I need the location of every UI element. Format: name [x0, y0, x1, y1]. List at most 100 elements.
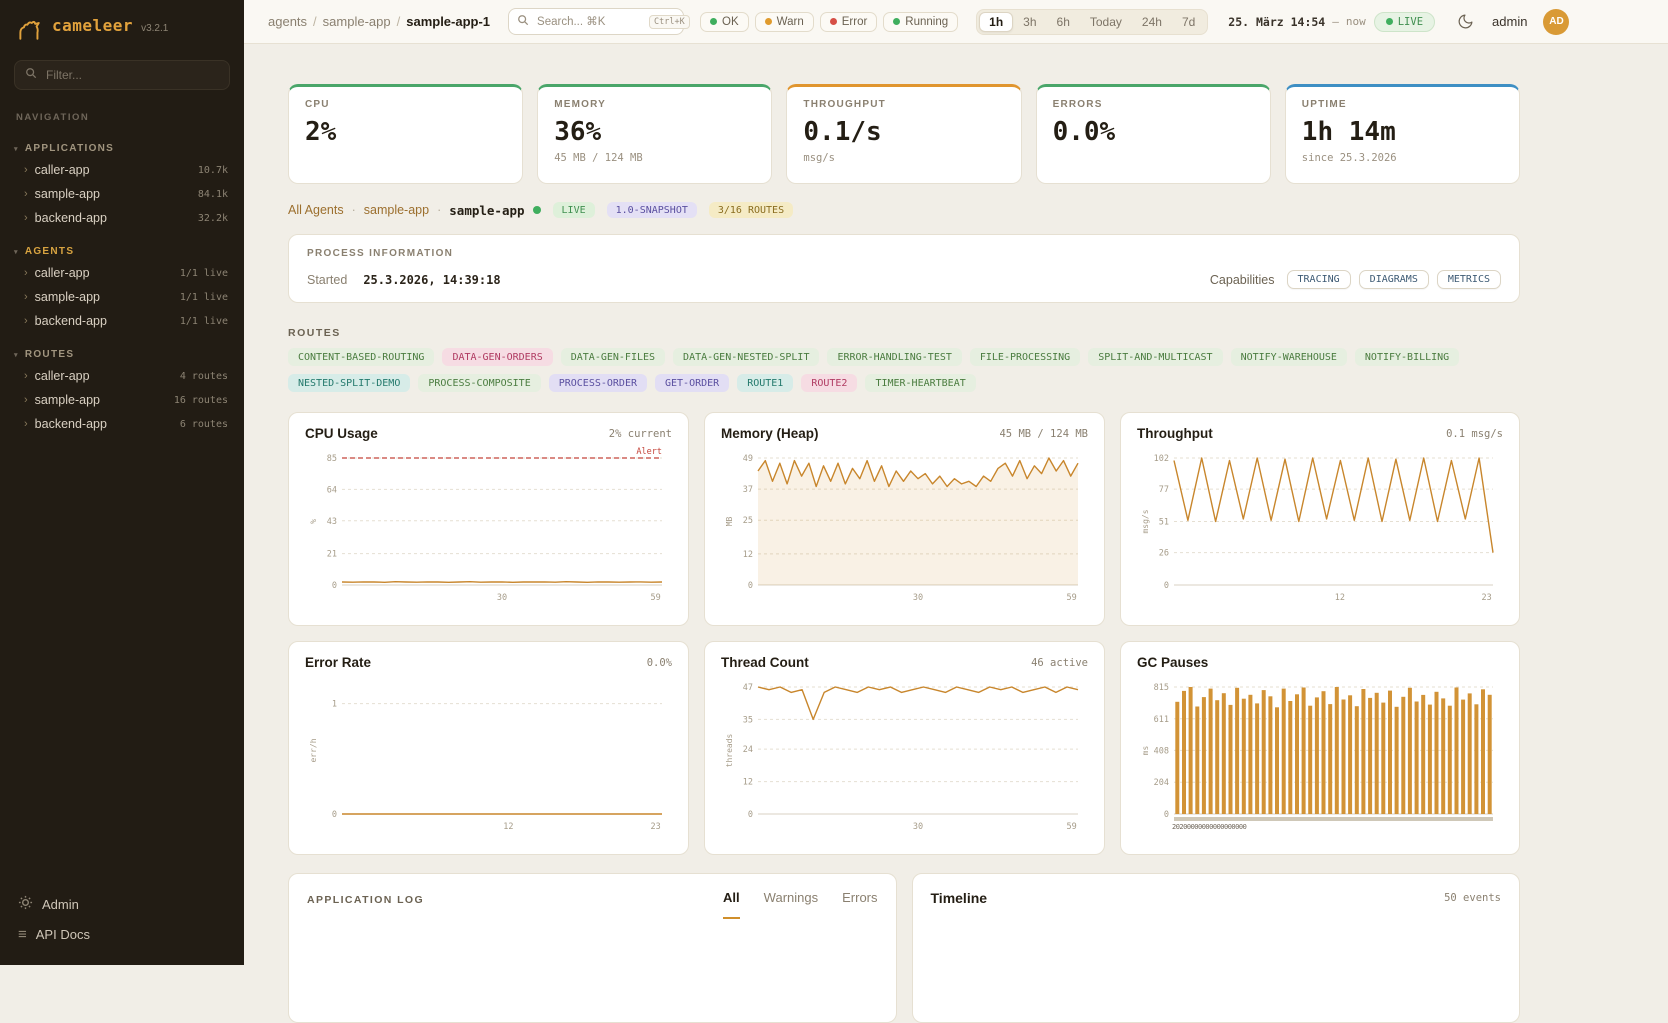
time-range-6h[interactable]: 6h [1047, 12, 1080, 32]
sidebar-item-routes-caller-app[interactable]: › caller-app 4 routes [0, 364, 244, 388]
crumb-sample-app[interactable]: sample-app [364, 203, 429, 217]
badge-version: 1.0-SNAPSHOT [607, 202, 697, 218]
route-tag[interactable]: FILE-PROCESSING [970, 348, 1080, 366]
capability-tracing: TRACING [1287, 270, 1351, 289]
breadcrumb-agents[interactable]: agents [268, 14, 307, 29]
sidebar-section-routes: ▾ ROUTES › caller-app 4 routes › sample-… [0, 345, 244, 436]
svg-text:0: 0 [332, 810, 337, 820]
route-tag[interactable]: NOTIFY-WAREHOUSE [1231, 348, 1347, 366]
route-tag[interactable]: TIMER-HEARTBEAT [865, 374, 975, 392]
sidebar-item-agent-backend-app[interactable]: › backend-app 1/1 live [0, 309, 244, 333]
badge-live: LIVE [553, 202, 595, 218]
sidebar-item-app-backend-app[interactable]: › backend-app 32.2k [0, 206, 244, 230]
sidebar-item-agent-sample-app[interactable]: › sample-app 1/1 live [0, 285, 244, 309]
live-toggle[interactable]: LIVE [1374, 12, 1435, 32]
sidebar-item-routes-sample-app[interactable]: › sample-app 16 routes [0, 388, 244, 412]
status-filter-warn[interactable]: Warn [755, 12, 814, 32]
sidebar-filter [14, 60, 230, 90]
svg-text:12: 12 [743, 778, 753, 788]
navigation-label: NAVIGATION [0, 92, 244, 127]
error-rate-chart: 01err/h1223 [305, 676, 672, 832]
route-tag[interactable]: PROCESS-COMPOSITE [418, 374, 540, 392]
section-title-routes[interactable]: ▾ ROUTES [0, 345, 244, 364]
routes-section-title: ROUTES [288, 327, 1520, 339]
route-tag[interactable]: GET-ORDER [655, 374, 729, 392]
time-range-24h[interactable]: 24h [1132, 12, 1172, 32]
route-tag[interactable]: CONTENT-BASED-ROUTING [288, 348, 434, 366]
status-filter-running[interactable]: Running [883, 12, 958, 32]
svg-text:43: 43 [327, 517, 337, 527]
status-filter-error[interactable]: Error [820, 12, 878, 32]
status-filter-group: OK Warn Error Running [700, 12, 958, 32]
time-range-today[interactable]: Today [1080, 12, 1132, 32]
route-tag[interactable]: DATA-GEN-ORDERS [442, 348, 552, 366]
route-tag[interactable]: DATA-GEN-NESTED-SPLIT [673, 348, 819, 366]
gc-pauses-chart: 0204408611815ms20200000000000000000 [1137, 676, 1503, 832]
svg-text:1: 1 [332, 700, 337, 710]
svg-text:64: 64 [327, 485, 337, 495]
route-tag[interactable]: ROUTE2 [801, 374, 857, 392]
global-search[interactable]: Ctrl+K [508, 8, 684, 35]
log-tabs: All Warnings Errors [723, 890, 877, 919]
app-logo[interactable]: cameleer v3.2.1 [0, 0, 244, 52]
log-tab-all[interactable]: All [723, 890, 740, 919]
avatar[interactable]: AD [1543, 9, 1569, 35]
time-range-7d[interactable]: 7d [1172, 12, 1205, 32]
stat-card-errors: ERRORS 0.0% [1036, 84, 1271, 184]
route-tag[interactable]: SPLIT-AND-MULTICAST [1088, 348, 1222, 366]
stat-cards-row: CPU 2% MEMORY 36% 45 MB / 124 MB THROUGH… [288, 84, 1520, 184]
gear-icon [18, 895, 33, 913]
svg-text:51: 51 [1159, 518, 1169, 528]
section-title-applications[interactable]: ▾ APPLICATIONS [0, 139, 244, 158]
sidebar-item-admin[interactable]: Admin [0, 888, 244, 920]
time-range-1h[interactable]: 1h [979, 12, 1013, 32]
bottom-panels: APPLICATION LOG All Warnings Errors Time… [288, 873, 1520, 1023]
agent-breadcrumb-bar: All Agents · sample-app · sample-app LIV… [288, 202, 1520, 218]
search-shortcut-kbd: Ctrl+K [649, 15, 690, 29]
date-label: 25. März 14:54 [1228, 15, 1325, 29]
stat-card-memory: MEMORY 36% 45 MB / 124 MB [537, 84, 772, 184]
charts-grid: CPU Usage 2% current 021436485%3059Alert… [288, 412, 1520, 855]
route-tags: CONTENT-BASED-ROUTING DATA-GEN-ORDERS DA… [288, 348, 1520, 392]
current-agent-name: sample-app [449, 203, 524, 218]
route-tag[interactable]: NESTED-SPLIT-DEMO [288, 374, 410, 392]
log-tab-warnings[interactable]: Warnings [764, 890, 818, 919]
log-tab-errors[interactable]: Errors [842, 890, 877, 919]
svg-text:%: % [309, 519, 318, 524]
search-icon [25, 66, 37, 84]
breadcrumb-current: sample-app-1 [406, 14, 490, 29]
sidebar-item-routes-backend-app[interactable]: › backend-app 6 routes [0, 412, 244, 436]
dark-mode-toggle[interactable] [1457, 13, 1474, 30]
svg-text:59: 59 [1066, 593, 1076, 603]
status-filter-ok[interactable]: OK [700, 12, 749, 32]
route-tag[interactable]: ROUTE1 [737, 374, 793, 392]
now-label: now [1346, 15, 1366, 28]
route-tag[interactable]: PROCESS-ORDER [549, 374, 647, 392]
status-dot [830, 18, 837, 25]
live-dot [1386, 18, 1393, 25]
sidebar-item-app-sample-app[interactable]: › sample-app 84.1k [0, 182, 244, 206]
status-dot [710, 18, 717, 25]
stat-card-cpu: CPU 2% [288, 84, 523, 184]
started-value: 25.3.2026, 14:39:18 [363, 273, 500, 287]
filter-input[interactable] [44, 67, 219, 83]
search-input[interactable] [535, 15, 643, 29]
chart-card-thread-count: Thread Count 46 active 012243547threads3… [704, 641, 1105, 855]
sidebar-item-app-caller-app[interactable]: › caller-app 10.7k [0, 158, 244, 182]
breadcrumb-sample-app[interactable]: sample-app [323, 14, 391, 29]
crumb-all-agents[interactable]: All Agents [288, 203, 344, 217]
route-tag[interactable]: DATA-GEN-FILES [561, 348, 665, 366]
route-tag[interactable]: NOTIFY-BILLING [1355, 348, 1459, 366]
svg-text:37: 37 [743, 485, 753, 495]
time-range-3h[interactable]: 3h [1013, 12, 1046, 32]
section-title-agents[interactable]: ▾ AGENTS [0, 242, 244, 261]
sidebar-item-api-docs[interactable]: ≡ API Docs [0, 920, 244, 949]
date-range-display[interactable]: 25. März 14:54 — now [1228, 15, 1365, 29]
item-count: 84.1k [198, 189, 228, 200]
chart-current-value: 2% current [609, 428, 672, 440]
svg-text:49: 49 [743, 454, 753, 464]
sidebar-item-agent-caller-app[interactable]: › caller-app 1/1 live [0, 261, 244, 285]
timeline-events-count: 50 events [1444, 892, 1501, 904]
application-log-title: APPLICATION LOG [307, 890, 424, 906]
route-tag[interactable]: ERROR-HANDLING-TEST [827, 348, 961, 366]
